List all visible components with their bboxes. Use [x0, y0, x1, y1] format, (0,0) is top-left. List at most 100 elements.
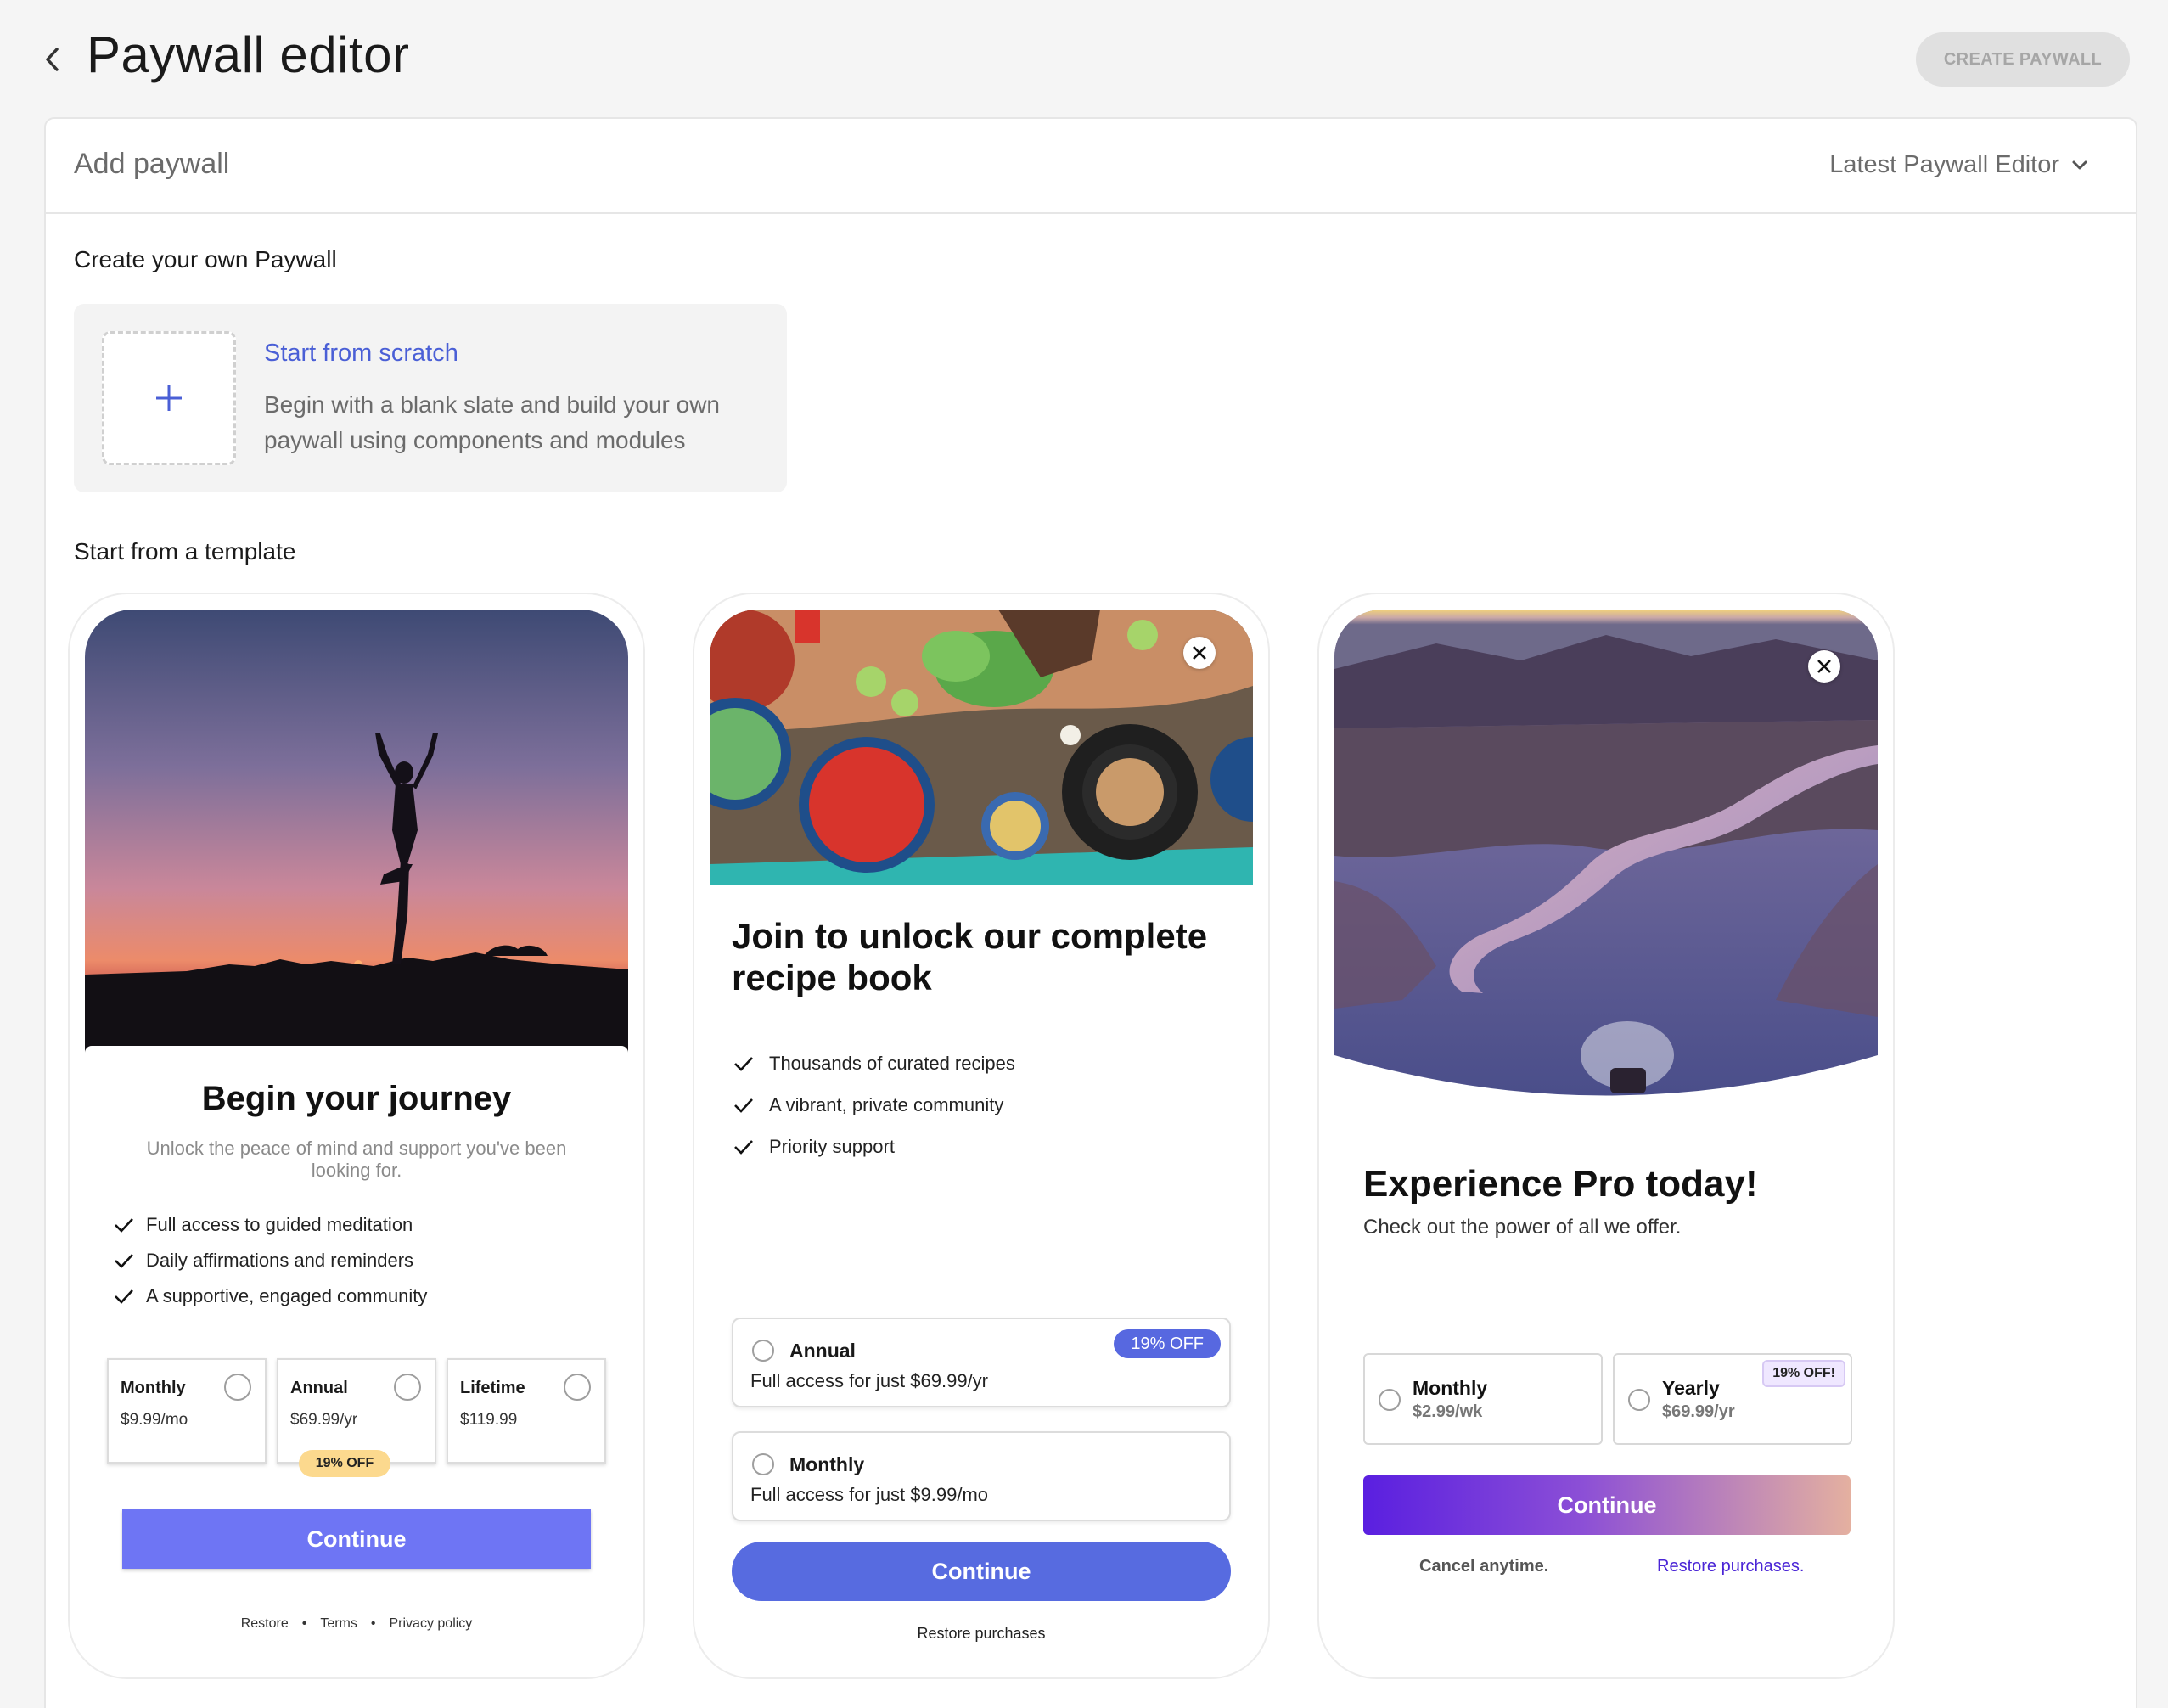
back-button[interactable] — [37, 44, 68, 75]
top-bar: Paywall editor CREATE PAYWALL — [0, 0, 2168, 119]
restore-purchases-link: Restore purchases. — [1657, 1557, 1805, 1576]
plan-option-monthly: Monthly $9.99/mo — [107, 1358, 267, 1464]
plan-radio — [1628, 1389, 1650, 1411]
add-paywall-panel: Add paywall Latest Paywall Editor Create… — [44, 117, 2137, 1708]
terms-link: Terms — [320, 1616, 357, 1631]
check-icon — [115, 1289, 133, 1304]
page-title: Paywall editor — [87, 26, 410, 83]
own-paywall-label: Create your own Paywall — [74, 246, 337, 272]
plan-description: Full access for just $9.99/mo — [750, 1484, 989, 1505]
paywall-title: Begin your journey — [201, 1080, 512, 1117]
close-button — [1808, 650, 1840, 683]
privacy-link: Privacy policy — [389, 1616, 473, 1631]
chevron-down-icon — [2072, 160, 2087, 169]
template-preview: Experience Pro today! Check out the powe… — [1334, 610, 1878, 1671]
continue-button: Continue — [1363, 1475, 1851, 1535]
paywall-title: Join to unlock our complete recipe book — [732, 916, 1208, 997]
food-table-image — [710, 610, 1253, 885]
plan-description: Full access for just $69.99/yr — [750, 1370, 989, 1391]
scratch-description: Begin with a blank slate and build your … — [264, 391, 721, 453]
plan-radio — [752, 1453, 774, 1475]
restore-purchases-link: Restore purchases — [917, 1625, 1046, 1642]
plan-radio — [394, 1374, 421, 1401]
feature-text: A vibrant, private community — [769, 1093, 1004, 1115]
plan-option-monthly: Monthly Full access for just $9.99/mo — [732, 1431, 1231, 1521]
plan-name: Monthly — [1413, 1377, 1488, 1399]
close-icon — [1817, 660, 1831, 673]
check-icon — [734, 1139, 753, 1155]
feature-item: Full access to guided meditation — [114, 1207, 427, 1243]
chevron-left-icon — [46, 48, 59, 71]
feature-item: Priority support — [733, 1126, 1015, 1167]
snowy-river-image — [1334, 610, 1878, 1096]
plan-price: $69.99/yr — [1662, 1402, 1735, 1421]
close-icon — [1193, 646, 1206, 660]
footer-separator: • — [370, 1616, 376, 1631]
check-icon — [734, 1098, 753, 1113]
plan-price: $9.99/mo — [121, 1411, 188, 1429]
feature-text: Full access to guided meditation — [146, 1214, 413, 1235]
scratch-placeholder — [102, 331, 236, 465]
scratch-title: Start from scratch — [264, 340, 458, 367]
feature-list: Full access to guided meditation Daily a… — [114, 1207, 427, 1314]
plan-name: Lifetime — [460, 1379, 525, 1397]
plan-radio — [752, 1340, 774, 1362]
feature-text: Priority support — [769, 1135, 895, 1157]
plan-price: $119.99 — [460, 1411, 518, 1429]
create-paywall-button[interactable]: CREATE PAYWALL — [1916, 32, 2130, 87]
plan-name: Yearly — [1662, 1377, 1720, 1399]
plus-icon — [156, 385, 182, 411]
template-card-recipes[interactable]: Join to unlock our complete recipe book … — [693, 593, 1270, 1679]
plan-price: $2.99/wk — [1413, 1402, 1483, 1421]
paywall-title: Experience Pro today! — [1363, 1163, 1758, 1205]
discount-badge: 19% OFF! — [1762, 1360, 1845, 1387]
panel-title: Add paywall — [74, 148, 230, 180]
close-button — [1183, 637, 1216, 669]
plan-radio — [224, 1374, 251, 1401]
editor-version-select[interactable]: Latest Paywall Editor — [1829, 151, 2088, 179]
check-icon — [115, 1218, 133, 1233]
paywall-subtitle: Unlock the peace of mind and support you… — [146, 1138, 567, 1181]
plan-name: Annual — [290, 1379, 348, 1397]
plan-option-lifetime: Lifetime $119.99 — [447, 1358, 606, 1464]
plan-price: $69.99/yr — [290, 1411, 358, 1429]
start-from-scratch-card[interactable]: Start from scratch Begin with a blank sl… — [74, 304, 787, 492]
footer-links: Restore • Terms • Privacy policy — [85, 1616, 628, 1632]
paywall-subtitle: Check out the power of all we offer. — [1363, 1216, 1682, 1239]
plan-name: Monthly — [121, 1379, 186, 1397]
editor-version-label: Latest Paywall Editor — [1829, 151, 2059, 178]
plan-option-annual: Annual Full access for just $69.99/yr 19… — [732, 1318, 1231, 1407]
feature-text: A supportive, engaged community — [146, 1285, 428, 1306]
plan-name: Monthly — [789, 1453, 865, 1475]
discount-badge: 19% OFF — [1114, 1329, 1221, 1358]
template-preview: Begin your journey Unlock the peace of m… — [85, 610, 628, 1671]
template-section-label: Start from a template — [74, 538, 296, 565]
restore-link: Restore — [240, 1616, 289, 1631]
continue-button: Continue — [732, 1542, 1231, 1601]
template-card-meditation[interactable]: Begin your journey Unlock the peace of m… — [68, 593, 645, 1679]
check-icon — [734, 1056, 753, 1071]
footer-separator: • — [301, 1616, 307, 1631]
feature-item: A vibrant, private community — [733, 1084, 1015, 1126]
feature-item: Daily affirmations and reminders — [114, 1243, 427, 1278]
paywall-sheet: Begin your journey Unlock the peace of m… — [85, 1046, 628, 1671]
plan-name: Annual — [789, 1340, 856, 1362]
plan-radio — [564, 1374, 591, 1401]
plan-radio — [1379, 1389, 1401, 1411]
feature-item: A supportive, engaged community — [114, 1278, 427, 1314]
feature-list: Thousands of curated recipes A vibrant, … — [733, 1042, 1015, 1167]
panel-header: Add paywall Latest Paywall Editor — [46, 119, 2136, 214]
feature-item: Thousands of curated recipes — [733, 1042, 1015, 1084]
template-preview: Join to unlock our complete recipe book … — [710, 610, 1253, 1671]
plan-option-annual: Annual $69.99/yr — [277, 1358, 436, 1464]
feature-text: Thousands of curated recipes — [769, 1052, 1015, 1074]
template-card-pro[interactable]: Experience Pro today! Check out the powe… — [1317, 593, 1895, 1679]
plan-option-yearly: Yearly $69.99/yr 19% OFF! — [1613, 1353, 1852, 1445]
check-icon — [115, 1254, 133, 1268]
continue-button: Continue — [122, 1509, 591, 1569]
discount-badge: 19% OFF — [299, 1450, 390, 1477]
yoga-sunset-image — [85, 610, 628, 1059]
plan-option-monthly: Monthly $2.99/wk — [1363, 1353, 1603, 1445]
cancel-anytime-text: Cancel anytime. — [1419, 1557, 1549, 1576]
feature-text: Daily affirmations and reminders — [146, 1250, 414, 1271]
